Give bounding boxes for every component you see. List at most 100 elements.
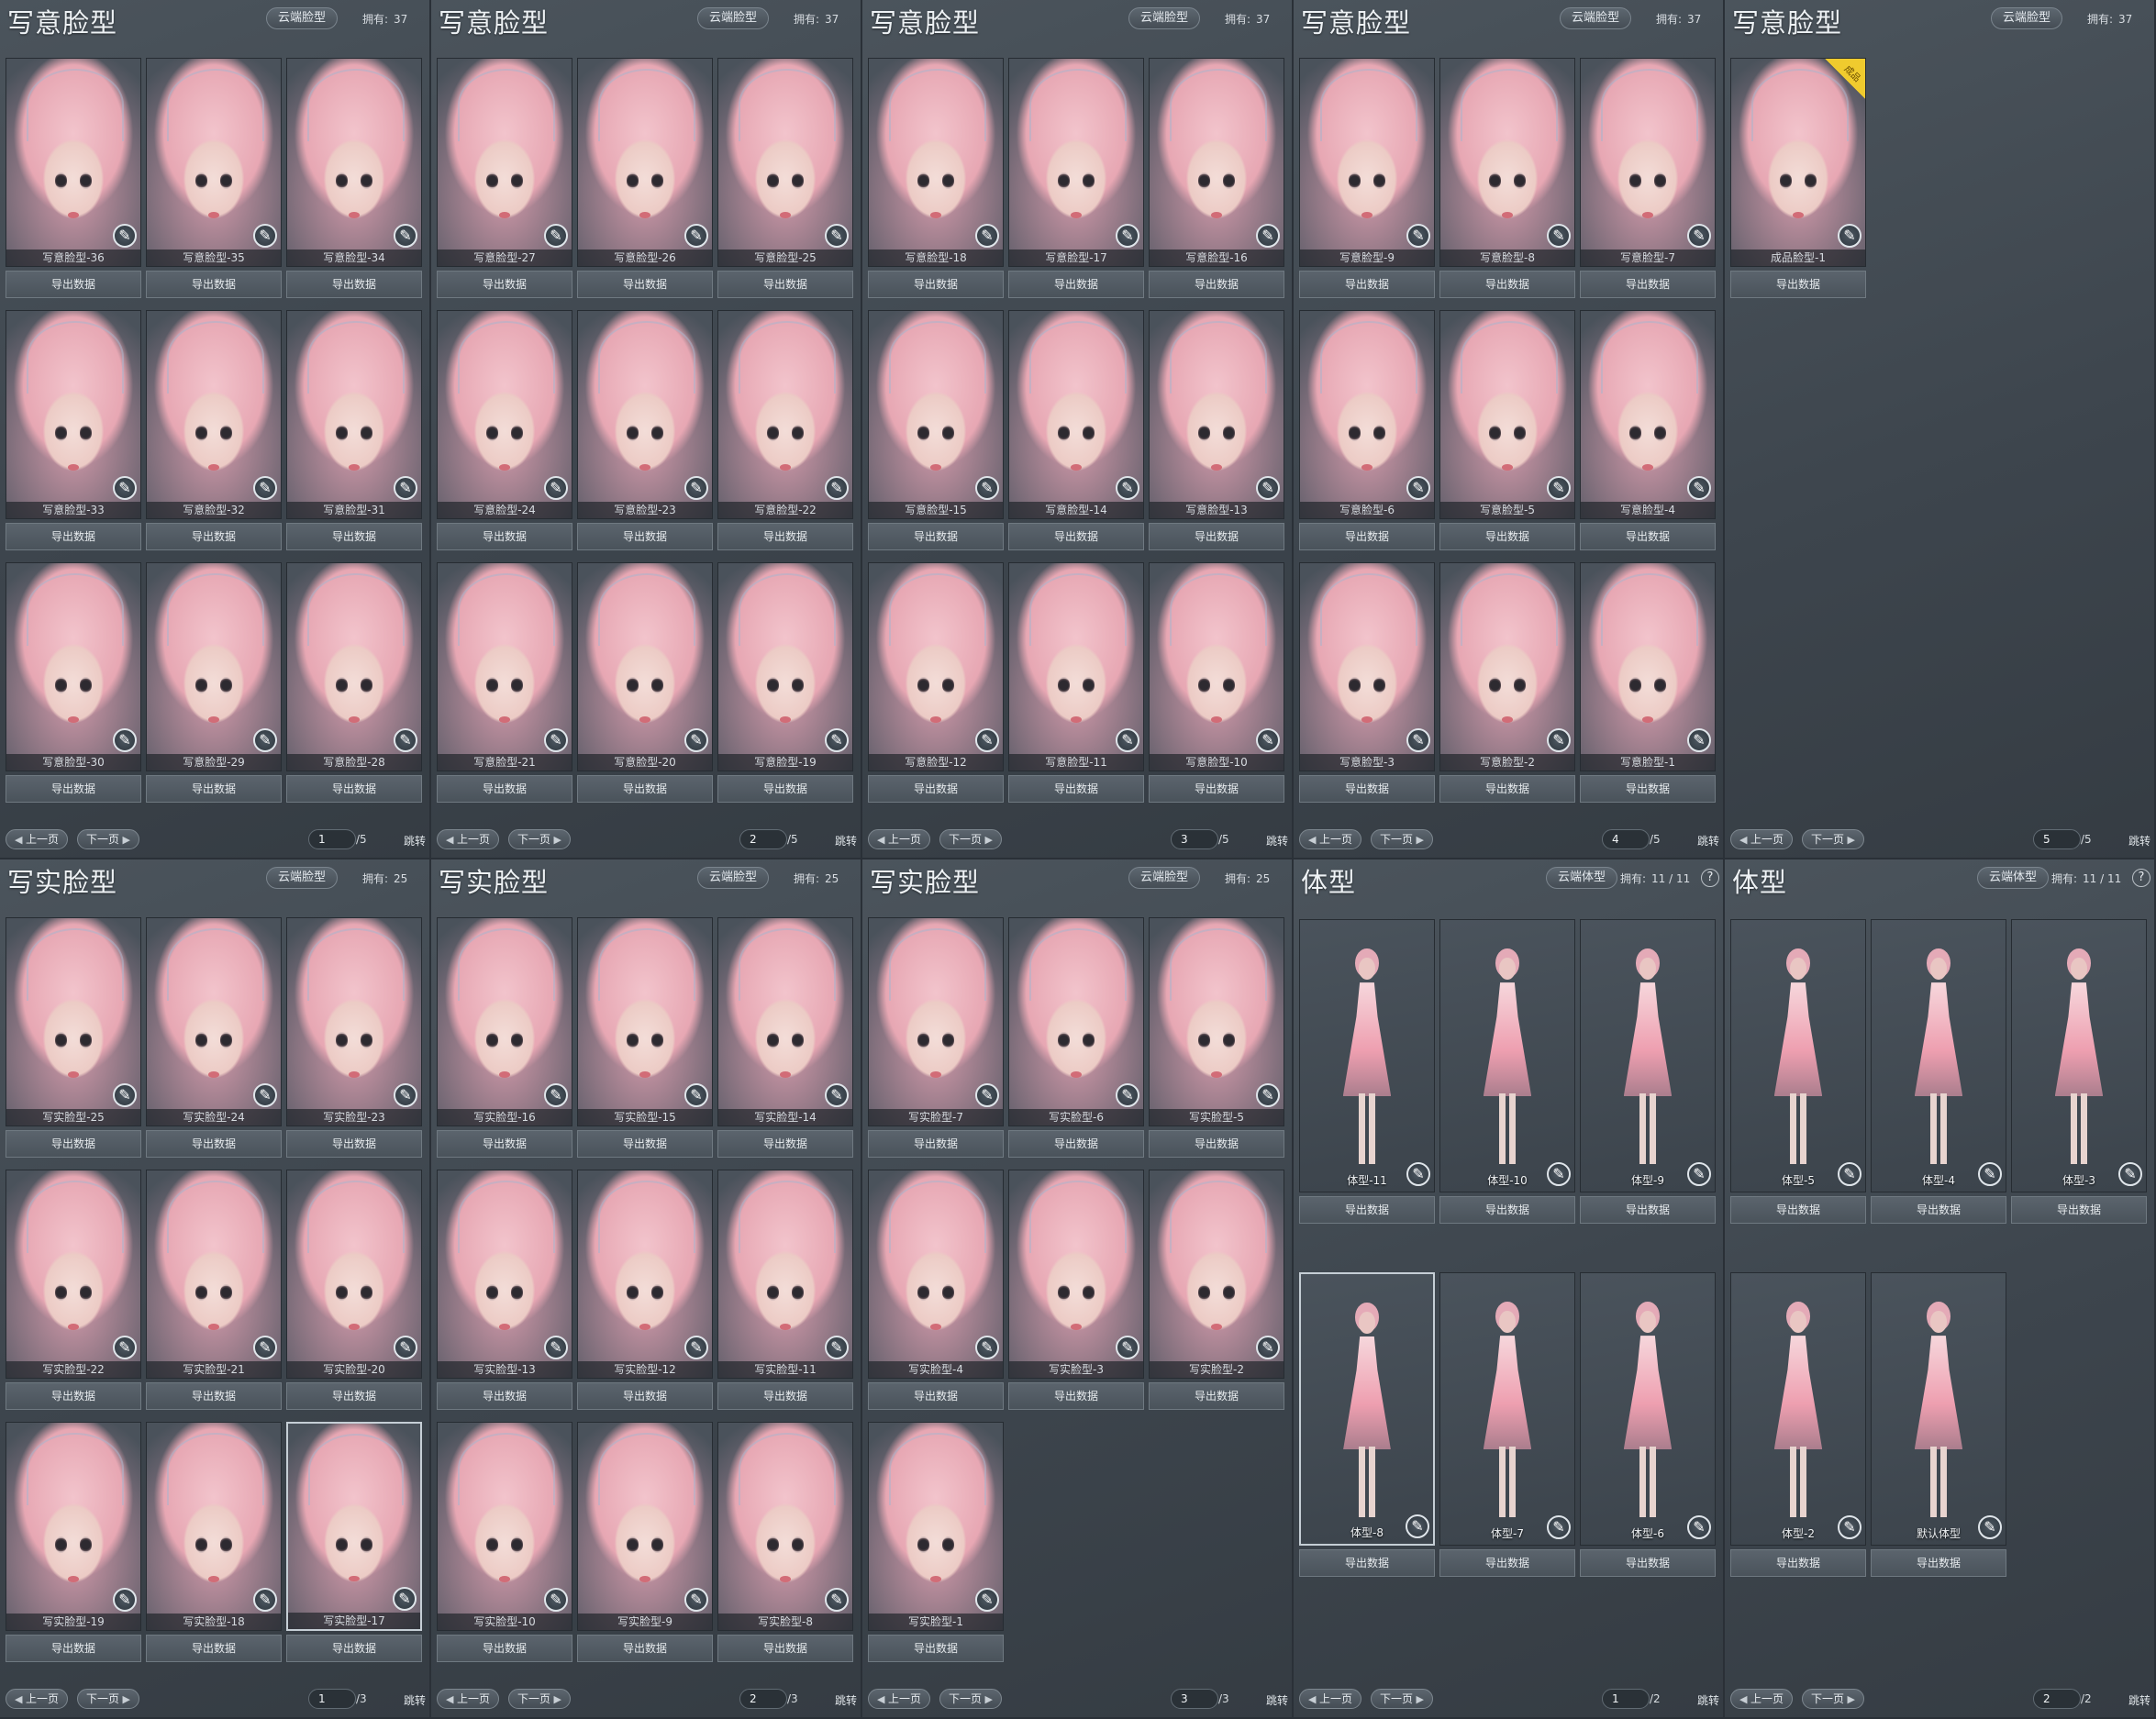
- face-type-card[interactable]: 写意脸型-26 ✎: [577, 58, 713, 267]
- export-data-button[interactable]: 导出数据: [1008, 523, 1144, 550]
- export-data-button[interactable]: 导出数据: [146, 1382, 282, 1410]
- face-type-card[interactable]: 写意脸型-12 ✎: [868, 562, 1004, 771]
- export-data-button[interactable]: 导出数据: [1149, 271, 1284, 298]
- face-type-card[interactable]: 写实脸型-21 ✎: [146, 1170, 282, 1379]
- prev-page-button[interactable]: ◀ 上一页: [1730, 1689, 1793, 1709]
- export-data-button[interactable]: 导出数据: [437, 1382, 572, 1410]
- brush-icon[interactable]: ✎: [1116, 224, 1139, 248]
- brush-icon[interactable]: ✎: [1687, 728, 1711, 752]
- brush-icon[interactable]: ✎: [394, 476, 417, 500]
- jump-button[interactable]: 跳转: [835, 833, 857, 848]
- brush-icon[interactable]: ✎: [1838, 1162, 1861, 1186]
- export-data-button[interactable]: 导出数据: [1149, 523, 1284, 550]
- export-data-button[interactable]: 导出数据: [1730, 1196, 1866, 1224]
- export-data-button[interactable]: 导出数据: [577, 271, 713, 298]
- brush-icon[interactable]: ✎: [394, 224, 417, 248]
- brush-icon[interactable]: ✎: [544, 728, 568, 752]
- brush-icon[interactable]: ✎: [1687, 476, 1711, 500]
- help-icon[interactable]: ?: [1701, 869, 1719, 887]
- page-number-input[interactable]: 2: [739, 1689, 787, 1709]
- jump-button[interactable]: 跳转: [1697, 833, 1719, 848]
- face-type-card[interactable]: 写实脸型-4 ✎: [868, 1170, 1004, 1379]
- export-data-button[interactable]: 导出数据: [717, 523, 853, 550]
- cloud-face-button[interactable]: 云端脸型: [697, 867, 770, 889]
- cloud-face-button[interactable]: 云端脸型: [1128, 867, 1201, 889]
- prev-page-button[interactable]: ◀ 上一页: [1299, 829, 1361, 849]
- body-type-card[interactable]: 体型-6 ✎: [1580, 1272, 1716, 1546]
- export-data-button[interactable]: 导出数据: [1149, 1382, 1284, 1410]
- jump-button[interactable]: 跳转: [2128, 833, 2150, 848]
- body-type-card[interactable]: 体型-7 ✎: [1439, 1272, 1575, 1546]
- face-type-card[interactable]: 写实脸型-9 ✎: [577, 1422, 713, 1631]
- face-type-card[interactable]: 写意脸型-14 ✎: [1008, 310, 1144, 519]
- export-data-button[interactable]: 导出数据: [437, 271, 572, 298]
- face-type-card[interactable]: 写实脸型-8 ✎: [717, 1422, 853, 1631]
- jump-button[interactable]: 跳转: [2128, 1692, 2150, 1708]
- export-data-button[interactable]: 导出数据: [1008, 271, 1144, 298]
- brush-icon[interactable]: ✎: [1687, 1162, 1711, 1186]
- cloud-face-button[interactable]: 云端脸型: [1560, 7, 1632, 29]
- face-type-card[interactable]: 写实脸型-7 ✎: [868, 917, 1004, 1126]
- brush-icon[interactable]: ✎: [1256, 476, 1280, 500]
- brush-icon[interactable]: ✎: [975, 1083, 999, 1107]
- prev-page-button[interactable]: ◀ 上一页: [6, 1689, 68, 1709]
- brush-icon[interactable]: ✎: [1547, 1162, 1571, 1186]
- page-number-input[interactable]: 4: [1602, 829, 1650, 849]
- face-type-card[interactable]: 写意脸型-35 ✎: [146, 58, 282, 267]
- cloud-face-button[interactable]: 云端脸型: [697, 7, 770, 29]
- export-data-button[interactable]: 导出数据: [6, 1382, 141, 1410]
- face-type-card[interactable]: 写意脸型-21 ✎: [437, 562, 572, 771]
- export-data-button[interactable]: 导出数据: [6, 1130, 141, 1158]
- face-type-card[interactable]: 写实脸型-6 ✎: [1008, 917, 1144, 1126]
- next-page-button[interactable]: 下一页 ▶: [939, 1689, 1002, 1709]
- brush-icon[interactable]: ✎: [1256, 224, 1280, 248]
- export-data-button[interactable]: 导出数据: [1730, 1549, 1866, 1577]
- brush-icon[interactable]: ✎: [1406, 1162, 1430, 1186]
- brush-icon[interactable]: ✎: [1256, 1083, 1280, 1107]
- brush-icon[interactable]: ✎: [113, 476, 137, 500]
- brush-icon[interactable]: ✎: [1838, 224, 1861, 248]
- brush-icon[interactable]: ✎: [544, 1083, 568, 1107]
- face-type-card[interactable]: 写实脸型-11 ✎: [717, 1170, 853, 1379]
- next-page-button[interactable]: 下一页 ▶: [939, 829, 1002, 849]
- face-type-card[interactable]: 写意脸型-18 ✎: [868, 58, 1004, 267]
- prev-page-button[interactable]: ◀ 上一页: [1730, 829, 1793, 849]
- export-data-button[interactable]: 导出数据: [1871, 1549, 2006, 1577]
- face-type-card[interactable]: 写意脸型-28 ✎: [286, 562, 422, 771]
- export-data-button[interactable]: 导出数据: [2011, 1196, 2147, 1224]
- body-type-card[interactable]: 体型-3 ✎: [2011, 919, 2147, 1192]
- face-type-card[interactable]: 写意脸型-17 ✎: [1008, 58, 1144, 267]
- brush-icon[interactable]: ✎: [1116, 476, 1139, 500]
- brush-icon[interactable]: ✎: [113, 1336, 137, 1359]
- brush-icon[interactable]: ✎: [1116, 1336, 1139, 1359]
- next-page-button[interactable]: 下一页 ▶: [1802, 1689, 1864, 1709]
- brush-icon[interactable]: ✎: [1406, 1514, 1429, 1538]
- export-data-button[interactable]: 导出数据: [868, 1635, 1004, 1662]
- export-data-button[interactable]: 导出数据: [717, 1382, 853, 1410]
- face-type-card[interactable]: 写意脸型-24 ✎: [437, 310, 572, 519]
- face-type-card[interactable]: 写实脸型-2 ✎: [1149, 1170, 1284, 1379]
- face-type-card[interactable]: 写实脸型-16 ✎: [437, 917, 572, 1126]
- body-type-card[interactable]: 体型-9 ✎: [1580, 919, 1716, 1192]
- export-data-button[interactable]: 导出数据: [146, 1635, 282, 1662]
- next-page-button[interactable]: 下一页 ▶: [1371, 829, 1433, 849]
- face-type-card[interactable]: 写意脸型-15 ✎: [868, 310, 1004, 519]
- face-type-card[interactable]: 写意脸型-11 ✎: [1008, 562, 1144, 771]
- export-data-button[interactable]: 导出数据: [1439, 775, 1575, 803]
- brush-icon[interactable]: ✎: [1256, 728, 1280, 752]
- brush-icon[interactable]: ✎: [684, 1083, 708, 1107]
- export-data-button[interactable]: 导出数据: [577, 775, 713, 803]
- face-type-card[interactable]: 写实脸型-1 ✎: [868, 1422, 1004, 1631]
- prev-page-button[interactable]: ◀ 上一页: [437, 829, 499, 849]
- export-data-button[interactable]: 导出数据: [868, 775, 1004, 803]
- jump-button[interactable]: 跳转: [1266, 833, 1288, 848]
- export-data-button[interactable]: 导出数据: [868, 271, 1004, 298]
- face-type-card[interactable]: 写意脸型-2 ✎: [1439, 562, 1575, 771]
- face-type-card[interactable]: 写实脸型-23 ✎: [286, 917, 422, 1126]
- brush-icon[interactable]: ✎: [975, 1336, 999, 1359]
- page-number-input[interactable]: 3: [1171, 1689, 1218, 1709]
- brush-icon[interactable]: ✎: [975, 476, 999, 500]
- prev-page-button[interactable]: ◀ 上一页: [6, 829, 68, 849]
- brush-icon[interactable]: ✎: [394, 1336, 417, 1359]
- export-data-button[interactable]: 导出数据: [717, 775, 853, 803]
